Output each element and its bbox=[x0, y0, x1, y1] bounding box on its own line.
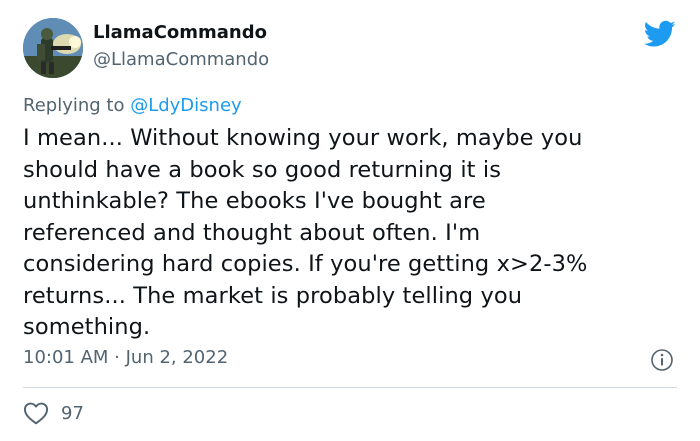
mention-link[interactable]: @LdyDisney bbox=[130, 95, 241, 116]
tweet-text-line: referenced and thought about often. I'm bbox=[23, 219, 481, 246]
tweet-text-line: returns... The market is probably tellin… bbox=[23, 282, 523, 309]
avatar-image bbox=[23, 18, 83, 78]
like-button[interactable]: 97 bbox=[23, 400, 84, 426]
replying-prefix: Replying to bbox=[23, 95, 131, 116]
heart-icon bbox=[23, 402, 49, 425]
tweet-text-line: I mean... Without knowing your work, may… bbox=[23, 125, 583, 151]
twitter-bird-icon[interactable] bbox=[644, 20, 676, 48]
replying-to: Replying to @LdyDisney bbox=[23, 95, 242, 116]
tweet-text: I mean... Without knowing your work, may… bbox=[23, 123, 663, 344]
divider bbox=[23, 387, 677, 388]
tweet-timestamp[interactable]: 10:01 AM · Jun 2, 2022 bbox=[23, 347, 228, 368]
tweet-text-line: should have a book so good returning it … bbox=[23, 156, 502, 183]
tweet-text-line: considering hard copies. If you're getti… bbox=[23, 251, 588, 277]
avatar[interactable] bbox=[23, 18, 83, 78]
author-handle[interactable]: @LlamaCommando bbox=[93, 49, 269, 70]
tweet-text-line: something. bbox=[23, 314, 151, 340]
tweet-card: LlamaCommando @LlamaCommando Replying to… bbox=[0, 0, 700, 441]
like-count: 97 bbox=[61, 402, 84, 424]
author-name[interactable]: LlamaCommando bbox=[93, 22, 267, 43]
info-icon[interactable] bbox=[650, 348, 674, 372]
tweet-text-line: unthinkable? The ebooks I've bought are bbox=[23, 188, 486, 214]
